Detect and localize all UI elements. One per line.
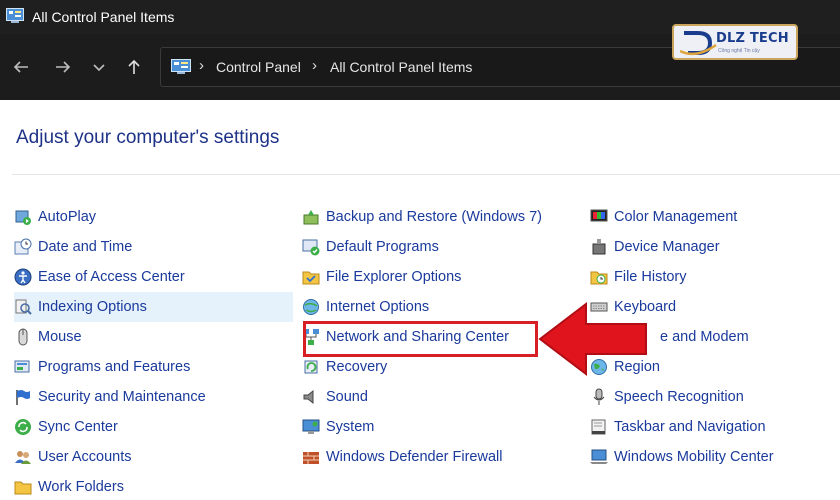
- computer-icon: [302, 419, 320, 434]
- item-windows-defender-firewall[interactable]: Windows Defender Firewall: [302, 442, 578, 472]
- mobility-icon: [590, 449, 608, 464]
- ease-of-access-icon: [14, 268, 32, 286]
- item-label: System: [326, 419, 375, 435]
- logo-mark-icon: [680, 31, 717, 56]
- item-label: Recovery: [326, 359, 388, 375]
- page-title: Adjust your computer's settings: [16, 127, 280, 148]
- arrow-left-icon: [13, 61, 28, 73]
- backup-icon: [303, 210, 319, 225]
- control-panel-icon: [6, 8, 24, 23]
- item-speech-recognition[interactable]: Speech Recognition: [590, 382, 830, 412]
- item-label: Mouse: [38, 329, 82, 345]
- default-programs-icon: [302, 239, 320, 256]
- item-date-and-time[interactable]: Date and Time: [14, 232, 290, 262]
- item-label: Sync Center: [38, 419, 118, 435]
- item-autoplay[interactable]: AutoPlay: [14, 202, 290, 232]
- item-label: Programs and Features: [38, 359, 191, 375]
- item-windows-mobility-center[interactable]: Windows Mobility Center: [590, 442, 830, 472]
- item-label: e and Modem: [660, 329, 749, 345]
- item-mouse[interactable]: Mouse: [14, 322, 290, 352]
- item-indexing-options[interactable]: Indexing Options: [14, 292, 293, 322]
- item-work-folders[interactable]: Work Folders: [14, 472, 290, 500]
- item-security-and-maintenance[interactable]: Security and Maintenance: [14, 382, 290, 412]
- item-label: Speech Recognition: [614, 389, 744, 405]
- item-default-programs[interactable]: Default Programs: [302, 232, 578, 262]
- logo-subtitle: Công nghệ Tin cậy: [718, 48, 760, 54]
- divider: [12, 174, 840, 175]
- item-label: Indexing Options: [38, 299, 147, 315]
- item-user-accounts[interactable]: User Accounts: [14, 442, 290, 472]
- item-sound[interactable]: Sound: [302, 382, 578, 412]
- item-ease-of-access-center[interactable]: Ease of Access Center: [14, 262, 290, 292]
- device-manager-icon: [592, 239, 606, 255]
- indexing-icon: [15, 299, 32, 315]
- autoplay-icon: [15, 210, 31, 225]
- item-label: Device Manager: [614, 239, 720, 255]
- item-label: File Explorer Options: [326, 269, 462, 285]
- file-history-icon: [590, 271, 608, 285]
- up-button[interactable]: [121, 54, 147, 80]
- recovery-icon: [304, 360, 318, 374]
- item-label: Windows Mobility Center: [614, 449, 774, 465]
- item-system[interactable]: System: [302, 412, 578, 442]
- item-file-history[interactable]: File History: [590, 262, 830, 292]
- folder-icon: [14, 481, 32, 495]
- breadcrumb-all-items[interactable]: All Control Panel Items: [330, 59, 472, 75]
- item-label: User Accounts: [38, 449, 132, 465]
- users-icon: [15, 451, 31, 464]
- dlz-tech-logo: DLZ TECH Công nghệ Tin cậy: [672, 24, 798, 60]
- breadcrumb-separator: ›: [199, 57, 204, 74]
- flag-icon: [16, 390, 30, 405]
- arrow-right-icon: [56, 61, 71, 73]
- taskbar-icon: [591, 419, 606, 435]
- item-label: AutoPlay: [38, 209, 97, 225]
- item-label: Backup and Restore (Windows 7): [326, 209, 542, 225]
- item-label: Ease of Access Center: [38, 269, 185, 285]
- speaker-icon: [303, 389, 314, 405]
- breadcrumb-separator: ›: [312, 57, 317, 74]
- item-label: Windows Defender Firewall: [326, 449, 503, 465]
- item-label: Sound: [326, 389, 368, 405]
- microphone-icon: [593, 388, 605, 405]
- item-programs-and-features[interactable]: Programs and Features: [14, 352, 290, 382]
- mouse-icon: [18, 328, 28, 346]
- breadcrumb-control-panel[interactable]: Control Panel: [216, 59, 301, 75]
- chevron-down-icon: [93, 64, 105, 72]
- item-label: Date and Time: [38, 239, 133, 255]
- annotation-highlight-box: [303, 321, 538, 357]
- annotation-arrow-icon: [538, 301, 647, 377]
- item-label: Taskbar and Navigation: [614, 419, 766, 435]
- control-panel-icon: [171, 59, 191, 74]
- item-sync-center[interactable]: Sync Center: [14, 412, 290, 442]
- item-color-management[interactable]: Color Management: [590, 202, 830, 232]
- clock-calendar-icon: [14, 238, 32, 255]
- item-label: Color Management: [614, 209, 738, 225]
- item-label: Security and Maintenance: [38, 389, 206, 405]
- control-panel-content: Adjust your computer's settings AutoPlay…: [0, 100, 840, 500]
- forward-button[interactable]: [50, 54, 76, 80]
- item-label: Default Programs: [326, 239, 439, 255]
- item-backup-and-restore[interactable]: Backup and Restore (Windows 7): [302, 202, 578, 232]
- arrow-up-icon: [128, 59, 140, 74]
- item-label: Work Folders: [38, 479, 124, 495]
- color-icon: [590, 209, 608, 222]
- logo-text: DLZ TECH: [716, 31, 789, 46]
- folder-options-icon: [302, 271, 320, 285]
- item-label: Internet Options: [326, 299, 430, 315]
- item-device-manager[interactable]: Device Manager: [590, 232, 830, 262]
- globe-icon: [303, 299, 319, 315]
- programs-icon: [14, 360, 30, 373]
- back-button[interactable]: [8, 54, 34, 80]
- firewall-icon: [303, 452, 319, 464]
- item-taskbar-and-navigation[interactable]: Taskbar and Navigation: [590, 412, 830, 442]
- sync-icon: [15, 419, 31, 435]
- item-file-explorer-options[interactable]: File Explorer Options: [302, 262, 578, 292]
- window-title: All Control Panel Items: [32, 9, 175, 25]
- item-label: File History: [614, 269, 687, 285]
- recent-locations-button[interactable]: [86, 54, 112, 80]
